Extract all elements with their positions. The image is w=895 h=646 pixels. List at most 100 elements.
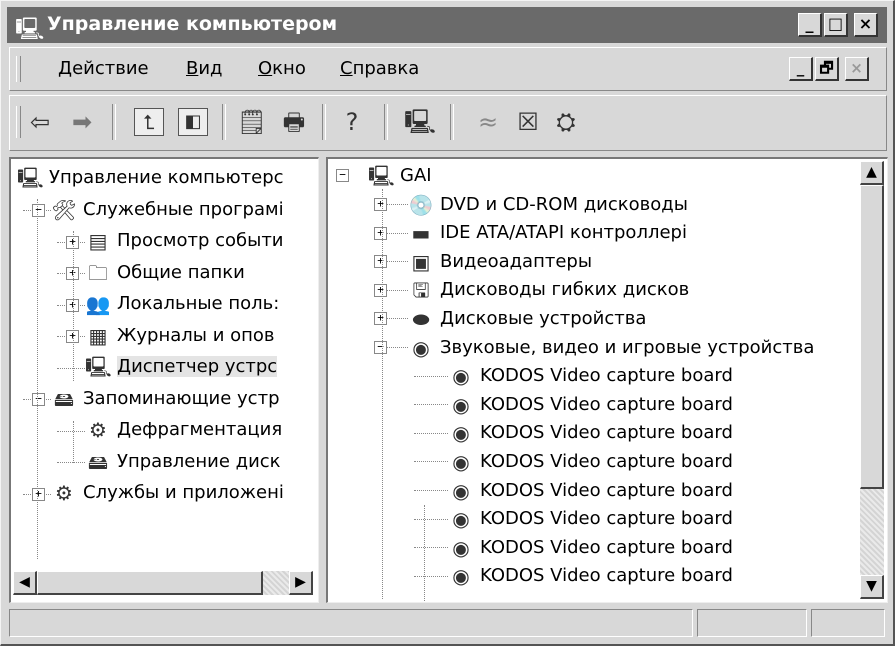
- tree-item[interactable]: 🛠 Служебные програмі: [51, 195, 284, 225]
- storage-icon: 🖴: [53, 386, 75, 411]
- users-icon: 👥: [85, 292, 111, 316]
- up-folder-icon[interactable]: ⮤: [134, 108, 164, 136]
- tree-item[interactable]: 🖳 Управление компьютерс: [17, 163, 284, 193]
- vertical-scroll-thumb[interactable]: [860, 185, 884, 489]
- sound-icon: ◉: [452, 535, 470, 560]
- menu-view[interactable]: Вид: [186, 58, 223, 79]
- tree-item-label: Диспетчер устрс: [117, 356, 278, 377]
- tree-item-label: Запоминающие устр: [83, 387, 280, 409]
- collapse-button[interactable]: −: [32, 204, 45, 218]
- scroll-left-button[interactable]: ◀: [13, 571, 37, 595]
- expand-button[interactable]: +: [374, 312, 387, 326]
- mdi-restore-button[interactable]: 🗗: [815, 57, 839, 81]
- collapse-button[interactable]: −: [374, 340, 387, 354]
- sound-icon: ◉: [452, 421, 470, 446]
- tree-item[interactable]: 👥 Локальные поль:: [85, 289, 280, 319]
- disable-icon[interactable]: ≈: [472, 106, 504, 138]
- tree-item-label: DVD и CD-ROM дисководы: [440, 193, 688, 215]
- tree-item[interactable]: ◉ Звуковые, видео и игровые устройства: [408, 333, 814, 363]
- tree-connector: [57, 367, 85, 369]
- toolbar-grip: [16, 106, 21, 138]
- tree-item-label: Служебные програмі: [83, 198, 284, 220]
- print-icon[interactable]: 🖶: [278, 106, 310, 138]
- minimize-button[interactable]: _: [798, 13, 822, 37]
- computer-icon[interactable]: 🖳: [404, 106, 436, 138]
- console-tree: 🖳 Управление компьютерс − 🛠 Служебные програ…: [11, 159, 311, 569]
- sound-icon: ◉: [452, 478, 470, 503]
- horizontal-scroll-thumb[interactable]: [37, 571, 263, 595]
- device-tree: − 🖳 GAI + 💿 DVD и CD-ROM дисководы + ▬ IDE ATA/A…: [328, 159, 858, 602]
- tree-item[interactable]: ◉ KODOS Video capture board: [448, 504, 733, 534]
- show-tree-icon[interactable]: ◧: [178, 108, 208, 136]
- tree-item[interactable]: ▬ IDE ATA/ATAPI контроллері: [408, 218, 687, 248]
- tree-item[interactable]: ▦ Журналы и опов: [85, 321, 275, 351]
- tree-item[interactable]: ◉ KODOS Video capture board: [448, 447, 733, 477]
- tree-item[interactable]: 🖳 GAI: [368, 161, 432, 191]
- maximize-button[interactable]: □: [824, 13, 848, 37]
- tree-item[interactable]: ◉ KODOS Video capture board: [448, 390, 733, 420]
- cdrom-icon: 💿: [408, 192, 434, 217]
- collapse-button[interactable]: −: [32, 393, 45, 407]
- tree-item[interactable]: 🖴 Запоминающие устр: [51, 384, 280, 414]
- title-bar[interactable]: 🖳 Управление компьютером _ □ ×: [7, 7, 887, 43]
- tree-item[interactable]: ◉ KODOS Video capture board: [448, 533, 733, 563]
- tree-connector: [414, 547, 448, 549]
- tree-item[interactable]: 🖳 Диспетчер устрс: [85, 352, 278, 382]
- close-button[interactable]: ×: [854, 13, 878, 37]
- scroll-right-button[interactable]: ▶: [289, 571, 313, 595]
- tree-item[interactable]: ▤ Просмотр событи: [85, 226, 284, 256]
- vertical-scroll-track[interactable]: [860, 489, 884, 575]
- tree-item[interactable]: 🗀 Общие папки: [85, 258, 245, 288]
- mdi-minimize-button[interactable]: _: [789, 57, 813, 81]
- tree-item[interactable]: ◉ KODOS Video capture board: [448, 561, 733, 591]
- tree-item[interactable]: ◉ KODOS Video capture board: [448, 361, 733, 391]
- tree-item[interactable]: ▣ Видеоадаптеры: [408, 247, 593, 277]
- scan-hardware-icon[interactable]: ⛭: [550, 106, 582, 138]
- scroll-down-button[interactable]: ▼: [860, 575, 884, 599]
- tree-item[interactable]: ◉ KODOS Video capture board: [448, 476, 733, 506]
- tree-item[interactable]: ⚙ Дефрагментация: [85, 415, 282, 445]
- tree-guide-line: [37, 199, 38, 559]
- back-icon[interactable]: ⇦: [24, 106, 56, 138]
- collapse-button[interactable]: −: [336, 169, 349, 183]
- uninstall-icon[interactable]: ☒: [512, 106, 544, 138]
- menu-action[interactable]: Действие: [58, 58, 149, 79]
- tree-item[interactable]: 🖫 Дисководы гибких дисков: [408, 275, 689, 305]
- expand-button[interactable]: +: [374, 255, 387, 269]
- console-tree-pane[interactable]: 🖳 Управление компьютерс − 🛠 Служебные програ…: [9, 157, 319, 603]
- event-viewer-icon: ▤: [88, 229, 108, 253]
- tree-item[interactable]: 🖴 Управление диск: [85, 447, 281, 477]
- tree-connector: [414, 432, 448, 434]
- mdi-close-button[interactable]: ×: [845, 57, 869, 81]
- tree-item-label: Дисковые устройства: [440, 308, 647, 329]
- expand-button[interactable]: +: [374, 197, 387, 211]
- tree-item-label: Общие папки: [117, 261, 245, 283]
- tree-item[interactable]: 💿 DVD и CD-ROM дисководы: [408, 190, 688, 220]
- tree-item-label: KODOS Video capture board: [480, 479, 733, 501]
- expand-button[interactable]: +: [374, 283, 387, 297]
- device-manager-icon: 🖳: [85, 355, 112, 379]
- display-adapter-icon: ▣: [411, 249, 431, 274]
- tree-item-label: Управление компьютерс: [49, 167, 284, 188]
- properties-icon[interactable]: 🗒: [236, 106, 268, 138]
- tree-item[interactable]: ⬬ Дисковые устройства: [408, 304, 646, 334]
- tree-item[interactable]: ⚙ Службы и приложені: [51, 478, 284, 508]
- floppy-icon: 🖫: [412, 278, 430, 303]
- menu-window[interactable]: Окно: [258, 58, 306, 79]
- tree-item[interactable]: ◉ KODOS Video capture board: [448, 418, 733, 448]
- tree-connector: [57, 462, 85, 464]
- menu-grip: [16, 56, 21, 82]
- expand-button[interactable]: +: [374, 226, 387, 240]
- tree-connector: [57, 430, 85, 432]
- expand-button[interactable]: +: [32, 487, 45, 501]
- help-icon[interactable]: ?: [336, 106, 368, 138]
- tree-item-label: KODOS Video capture board: [480, 451, 733, 472]
- logs-icon: ▦: [88, 323, 108, 348]
- forward-icon[interactable]: ➡: [66, 106, 98, 138]
- scroll-up-button[interactable]: ▲: [860, 161, 884, 185]
- menu-help[interactable]: Справка: [340, 58, 419, 79]
- horizontal-scroll-track[interactable]: [263, 571, 289, 595]
- device-tree-pane[interactable]: − 🖳 GAI + 💿 DVD и CD-ROM дисководы + ▬ IDE ATA/A…: [326, 157, 888, 603]
- status-panel-2: [697, 609, 807, 637]
- tree-item-label: GAI: [400, 165, 432, 186]
